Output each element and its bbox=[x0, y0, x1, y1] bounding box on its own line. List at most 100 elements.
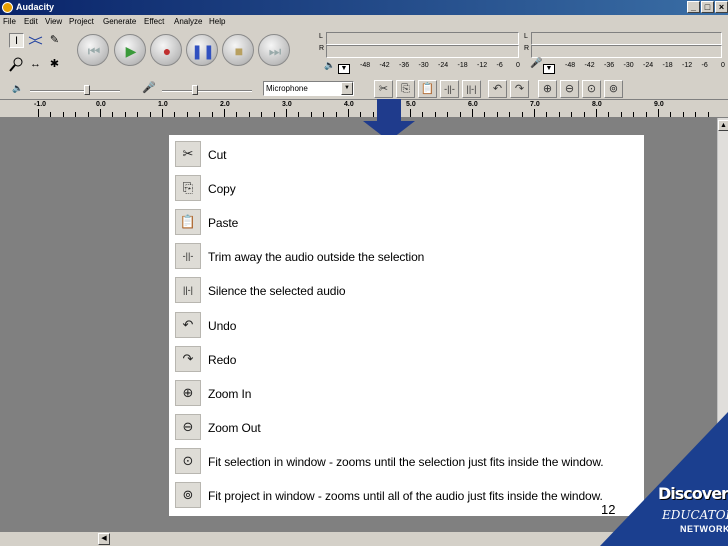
ruler-major-tick bbox=[286, 109, 287, 117]
ruler-minor-tick bbox=[571, 112, 573, 117]
menu-file[interactable]: File bbox=[3, 17, 16, 26]
meter-scale-label: -36 bbox=[604, 62, 615, 69]
ruler-minor-tick bbox=[620, 112, 622, 117]
record-meter-left-label: L bbox=[524, 33, 528, 40]
skip-to-start-button[interactable]: ⏮ bbox=[77, 34, 109, 66]
copy-toolbar-button[interactable]: ⎘ bbox=[396, 80, 415, 98]
ruler-label: -1.0 bbox=[34, 101, 47, 108]
ruler-minor-tick bbox=[546, 112, 548, 117]
input-volume-slider[interactable] bbox=[162, 90, 252, 92]
zoom-tool-icon[interactable] bbox=[9, 57, 24, 72]
record-button[interactable]: ● bbox=[150, 34, 182, 66]
ruler-label: 9.0 bbox=[654, 101, 664, 108]
envelope-tool-icon[interactable] bbox=[28, 33, 43, 48]
maximize-button[interactable]: □ bbox=[701, 1, 714, 13]
scroll-left-icon[interactable]: ◀ bbox=[98, 533, 110, 545]
ruler-minor-tick bbox=[248, 112, 250, 117]
ruler-minor-tick bbox=[360, 112, 362, 117]
ruler-minor-tick bbox=[645, 112, 647, 117]
menu-effect[interactable]: Effect bbox=[144, 17, 164, 26]
ruler-major-tick bbox=[224, 109, 225, 117]
legend-label: Redo bbox=[208, 352, 237, 367]
menu-view[interactable]: View bbox=[45, 17, 62, 26]
meter-scale-label: -18 bbox=[662, 62, 673, 69]
ruler-label: 3.0 bbox=[282, 101, 292, 108]
legend-label: Paste bbox=[208, 216, 239, 231]
ruler-major-tick bbox=[162, 109, 163, 117]
ruler-minor-tick bbox=[87, 112, 89, 117]
ruler-major-tick bbox=[658, 109, 659, 117]
skip-to-end-button[interactable]: ⏭ bbox=[258, 34, 290, 66]
legend-row: ↶ Undo bbox=[173, 309, 643, 343]
play-button[interactable]: ▶ bbox=[114, 34, 146, 66]
title-bar: Audacity _ □ × bbox=[0, 0, 728, 15]
draw-tool-icon[interactable]: ✎ bbox=[47, 33, 62, 48]
ruler-minor-tick bbox=[199, 112, 201, 117]
zoom-in-toolbar-button[interactable]: ⊕ bbox=[538, 80, 557, 98]
ruler-major-tick bbox=[534, 109, 535, 117]
ruler-minor-tick bbox=[323, 112, 325, 117]
silence-toolbar-button[interactable]: ||-| bbox=[462, 80, 481, 98]
record-meter-right-label: R bbox=[524, 45, 530, 52]
legend-label: Zoom Out bbox=[208, 420, 261, 435]
menu-help[interactable]: Help bbox=[209, 17, 225, 26]
playback-meter-menu-button[interactable]: ▼ bbox=[338, 64, 350, 74]
legend-label: Zoom In bbox=[208, 386, 252, 401]
ruler-minor-tick bbox=[521, 112, 523, 117]
ruler-major-tick bbox=[100, 109, 101, 117]
ruler-minor-tick bbox=[447, 112, 449, 117]
zoom-out-toolbar-button[interactable]: ⊖ bbox=[560, 80, 579, 98]
chevron-down-icon[interactable]: ▼ bbox=[341, 82, 353, 95]
toolbar: I ✎ ↔ ✱ ⏮ ▶ ● ❚❚ ■ ⏭ L R L R 🔈 ▼ -48 -42 -… bbox=[0, 29, 728, 100]
ruler-major-tick bbox=[596, 109, 597, 117]
speaker-icon: 🔈 bbox=[324, 60, 336, 70]
fit-project-toolbar-button[interactable]: ⊚ bbox=[604, 80, 623, 98]
fit-selection-toolbar-button[interactable]: ⊙ bbox=[582, 80, 601, 98]
undo-icon: ↶ bbox=[175, 311, 201, 338]
input-volume-thumb[interactable] bbox=[192, 85, 198, 95]
meter-scale-label: -6 bbox=[496, 62, 503, 69]
legend-row: ||-| Silence the selected audio bbox=[173, 274, 643, 308]
paste-toolbar-button[interactable]: 📋 bbox=[418, 80, 437, 98]
pause-button[interactable]: ❚❚ bbox=[186, 34, 218, 66]
menu-generate[interactable]: Generate bbox=[103, 17, 136, 26]
legend-row: ↷ Redo bbox=[173, 343, 643, 377]
output-volume-slider[interactable] bbox=[30, 90, 120, 92]
selection-tool-icon[interactable]: I bbox=[9, 33, 24, 48]
menu-project[interactable]: Project bbox=[69, 17, 94, 26]
record-meter-menu-button[interactable]: ▼ bbox=[543, 64, 555, 74]
meter-scale-label: -42 bbox=[379, 62, 390, 69]
undo-toolbar-button[interactable]: ↶ bbox=[488, 80, 507, 98]
multi-tool-icon[interactable]: ✱ bbox=[47, 57, 62, 72]
time-shift-tool-icon[interactable]: ↔ bbox=[28, 57, 43, 72]
scroll-up-icon[interactable]: ▲ bbox=[718, 120, 728, 131]
ruler-minor-tick bbox=[707, 112, 709, 117]
meter-scale-label: -24 bbox=[643, 62, 654, 69]
meter-scale-label: 0 bbox=[721, 62, 725, 69]
close-button[interactable]: × bbox=[715, 1, 728, 13]
ruler-major-tick bbox=[348, 109, 349, 117]
output-volume-thumb[interactable] bbox=[84, 85, 90, 95]
menu-analyze[interactable]: Analyze bbox=[174, 17, 202, 26]
brand-line-3: NETWORK bbox=[680, 524, 728, 534]
scissors-icon: ✂ bbox=[175, 141, 201, 167]
ruler-minor-tick bbox=[112, 112, 114, 117]
output-volume-icon: 🔈 bbox=[12, 83, 24, 93]
ruler-minor-tick bbox=[50, 112, 52, 117]
trim-toolbar-button[interactable]: -||- bbox=[440, 80, 459, 98]
input-source-select[interactable]: Microphone ▼ bbox=[263, 81, 354, 96]
redo-toolbar-button[interactable]: ↷ bbox=[510, 80, 529, 98]
stop-button[interactable]: ■ bbox=[222, 34, 254, 66]
cut-toolbar-button[interactable]: ✂ bbox=[374, 80, 393, 98]
legend-row: ⊕ Zoom In bbox=[173, 377, 643, 411]
ruler-minor-tick bbox=[211, 112, 213, 117]
meter-scale-label: -36 bbox=[399, 62, 410, 69]
menu-bar: File Edit View Project Generate Effect A… bbox=[0, 15, 728, 29]
meter-scale-label: -12 bbox=[477, 62, 488, 69]
ruler-minor-tick bbox=[75, 112, 77, 117]
menu-edit[interactable]: Edit bbox=[24, 17, 38, 26]
minimize-button[interactable]: _ bbox=[687, 1, 700, 13]
zoom-out-icon: ⊖ bbox=[175, 413, 201, 440]
input-volume-icon: 🎤 bbox=[142, 82, 156, 94]
ruler-minor-tick bbox=[608, 112, 610, 117]
